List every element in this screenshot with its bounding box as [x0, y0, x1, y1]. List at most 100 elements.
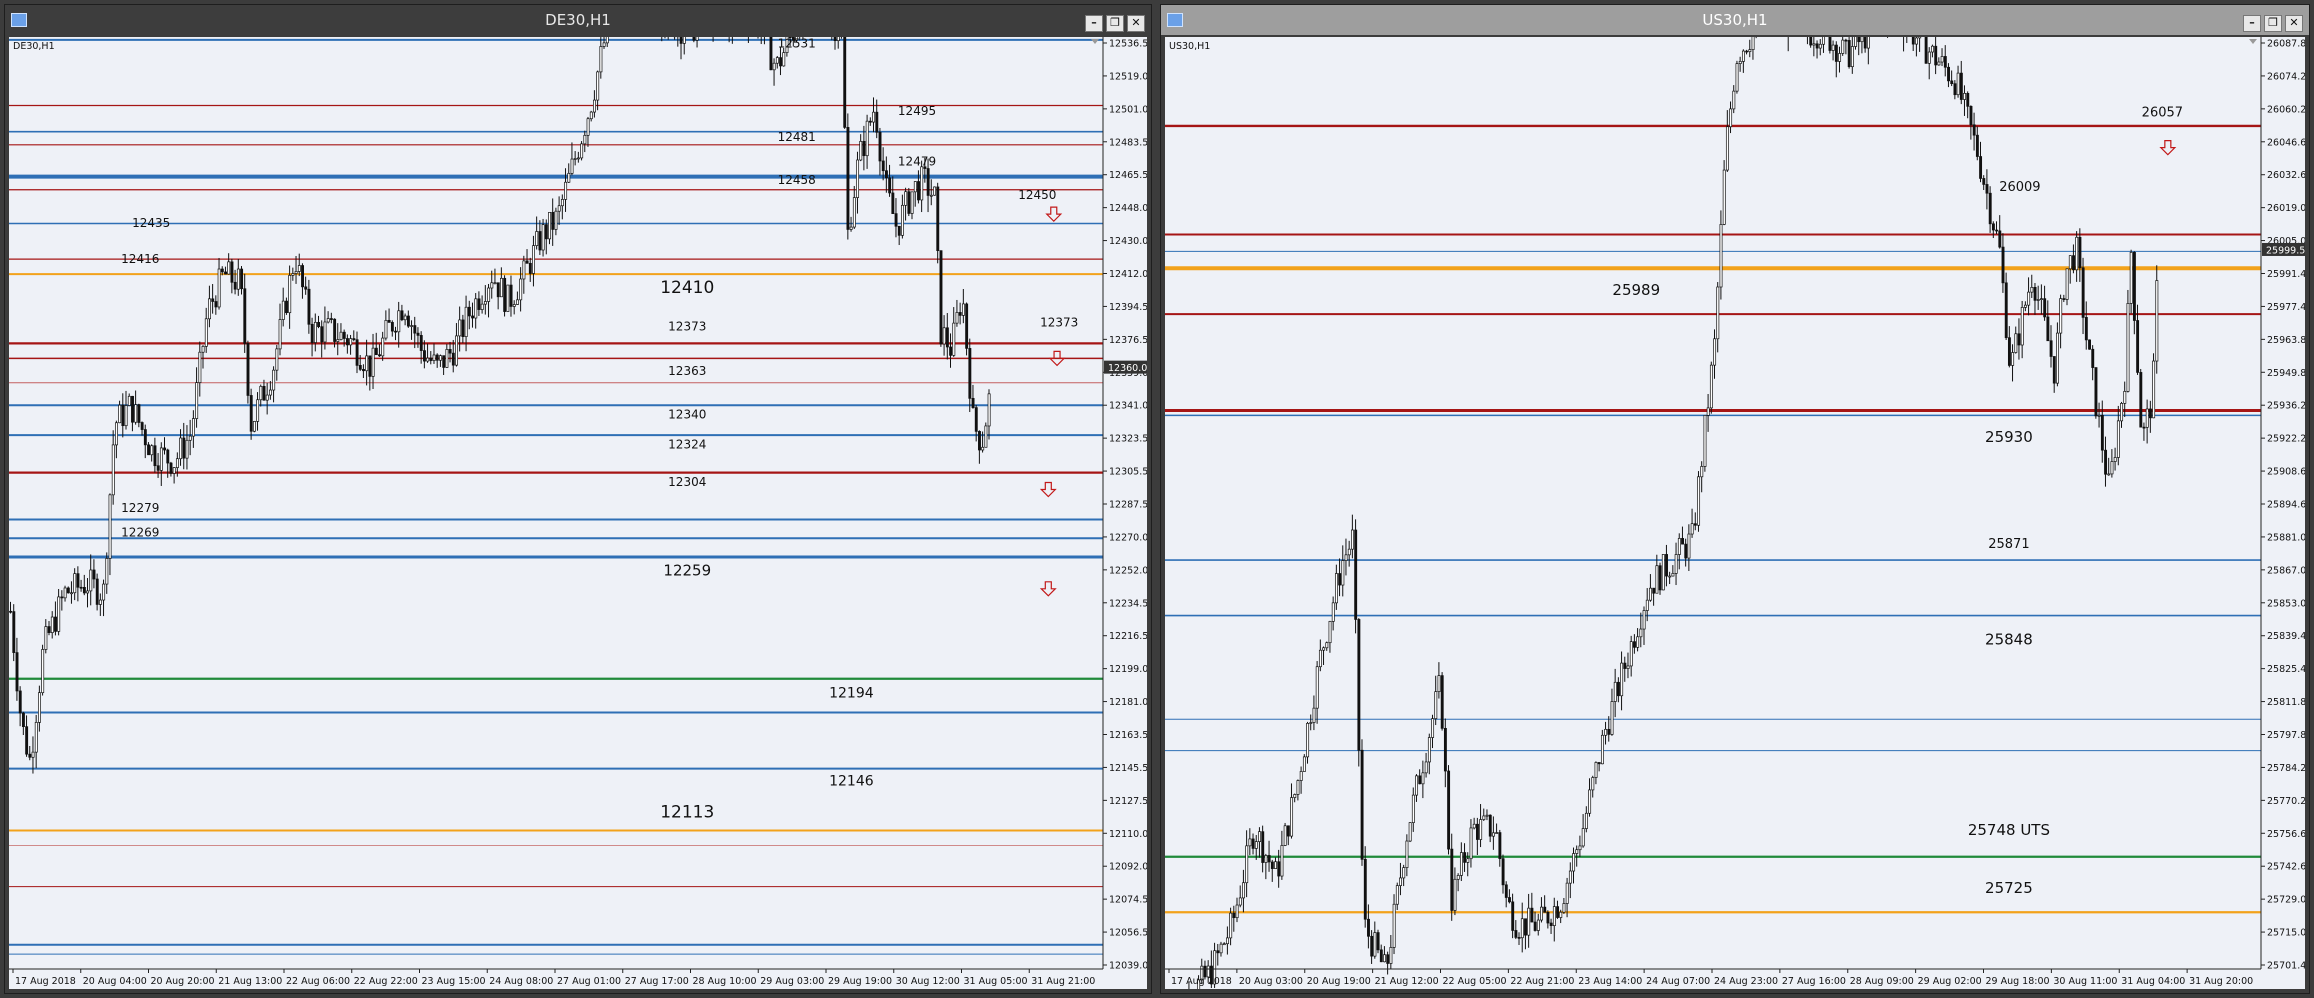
price-tick-label: 12216.55: [1109, 631, 1147, 642]
window-titlebar[interactable]: US30,H1 – ❐ ✕: [1161, 5, 2309, 35]
candle: [2017, 318, 2021, 360]
candle-body: [1857, 37, 1861, 43]
candle-body: [464, 306, 468, 337]
candle-body: [208, 298, 211, 320]
candle: [1972, 112, 1976, 151]
price-tick-label: 12127.55: [1109, 796, 1147, 807]
close-button[interactable]: ✕: [2285, 15, 2303, 32]
candle-body: [1947, 66, 1950, 82]
candle: [483, 285, 487, 315]
candle-body: [586, 118, 590, 136]
candle: [2014, 326, 2018, 354]
candle-body: [1501, 858, 1505, 886]
candle: [846, 113, 850, 240]
candle: [1956, 65, 1960, 98]
candle: [439, 354, 442, 367]
price-tick-label: 25825.47: [2267, 664, 2305, 675]
candle: [278, 303, 282, 356]
candle-body: [1584, 812, 1588, 829]
close-button[interactable]: ✕: [1127, 15, 1145, 32]
candle: [1578, 835, 1582, 857]
candle-body: [1918, 37, 1922, 39]
candle-body: [445, 349, 449, 368]
candle: [1725, 110, 1729, 172]
price-tick-label: 12501.05: [1109, 104, 1147, 115]
price-chart-us30[interactable]: 26057 26009 25989 25930 25871 25848 25748 UTS 2…: [1165, 37, 2305, 989]
candle-body: [1706, 407, 1710, 416]
candle-body: [21, 712, 25, 728]
candle: [297, 253, 301, 277]
candle: [387, 308, 391, 323]
time-axis: 17 Aug 2018 20 Aug 03:00 20 Aug 19:00 21 Au…: [1165, 968, 2261, 987]
price-tick-label: 25977.47: [2267, 302, 2305, 313]
candle-body: [2056, 332, 2059, 384]
window-titlebar[interactable]: DE30,H1 – ❐ ✕: [5, 5, 1151, 35]
candle-body: [682, 37, 686, 44]
candle-body: [2075, 236, 2079, 271]
candle-body: [493, 282, 497, 285]
candle-body: [1681, 538, 1685, 545]
candle-body: [2110, 461, 2114, 475]
time-tick-label: 23 Aug 14:00: [1578, 976, 1642, 987]
candle-body: [1604, 728, 1608, 736]
minimize-button[interactable]: –: [2243, 15, 2261, 32]
chart-canvas[interactable]: 12531 12495 12481 12479 12458 12450 12435 12416…: [9, 37, 1147, 989]
candle: [1508, 889, 1511, 904]
candle-body: [115, 422, 118, 446]
candle-body: [1405, 840, 1409, 868]
candle: [1492, 816, 1495, 850]
candle-body: [878, 131, 882, 162]
candle-body: [163, 447, 167, 451]
candle: [1748, 39, 1752, 58]
candle: [1520, 902, 1524, 953]
candle-body: [602, 42, 606, 47]
minimize-button[interactable]: –: [1085, 15, 1103, 32]
candle-body: [349, 338, 353, 346]
candle: [339, 323, 343, 341]
chart-canvas[interactable]: 26057 26009 25989 25930 25871 25848 25748 UTS 2…: [1165, 37, 2305, 989]
candle: [1671, 565, 1675, 577]
candle-body: [1456, 875, 1460, 880]
candle-body: [1735, 63, 1739, 92]
candle: [1716, 282, 1720, 353]
candle: [47, 621, 51, 636]
candle-body: [439, 355, 442, 361]
candle-body: [1251, 838, 1255, 849]
candle: [840, 37, 842, 39]
candle: [1982, 175, 1986, 190]
candle: [92, 559, 96, 589]
candle-body: [2120, 403, 2124, 422]
candle-body: [875, 111, 879, 133]
candle: [1552, 897, 1556, 942]
candle: [1392, 894, 1396, 955]
candle: [1459, 842, 1463, 881]
candle-body: [166, 449, 170, 464]
candle: [326, 311, 330, 324]
chart-window-de30[interactable]: DE30,H1 – ❐ ✕ 12531 12495 12481 12479 12458 124…: [4, 4, 1152, 994]
candle: [1741, 49, 1745, 73]
candle-body: [1219, 943, 1223, 954]
price-chart-de30[interactable]: 12531 12495 12481 12479 12458 12450 12435 12416…: [9, 37, 1147, 989]
candle-body: [596, 71, 600, 101]
chart-window-us30[interactable]: US30,H1 – ❐ ✕ 26057 26009 25989 25930 25871 258…: [1160, 4, 2310, 994]
candle: [426, 343, 430, 363]
candle: [1524, 918, 1527, 950]
candle: [984, 422, 988, 448]
candle: [1633, 634, 1636, 654]
candle-body: [426, 357, 430, 362]
candle-body: [1626, 665, 1630, 669]
price-tick-label: 25881.07: [2267, 532, 2305, 543]
restore-button[interactable]: ❐: [1106, 15, 1124, 32]
candle: [1280, 830, 1284, 880]
candle-body: [211, 298, 215, 302]
candle-body: [1216, 950, 1220, 954]
candle: [1479, 804, 1483, 848]
candle: [2155, 265, 2159, 374]
candle-body: [1850, 46, 1854, 68]
restore-button[interactable]: ❐: [2264, 15, 2282, 32]
candle-body: [432, 354, 436, 361]
candle-body: [423, 350, 426, 362]
current-price-label: 12360.05: [1108, 363, 1147, 374]
candle-body: [1418, 775, 1422, 785]
candle-body: [1466, 858, 1470, 863]
